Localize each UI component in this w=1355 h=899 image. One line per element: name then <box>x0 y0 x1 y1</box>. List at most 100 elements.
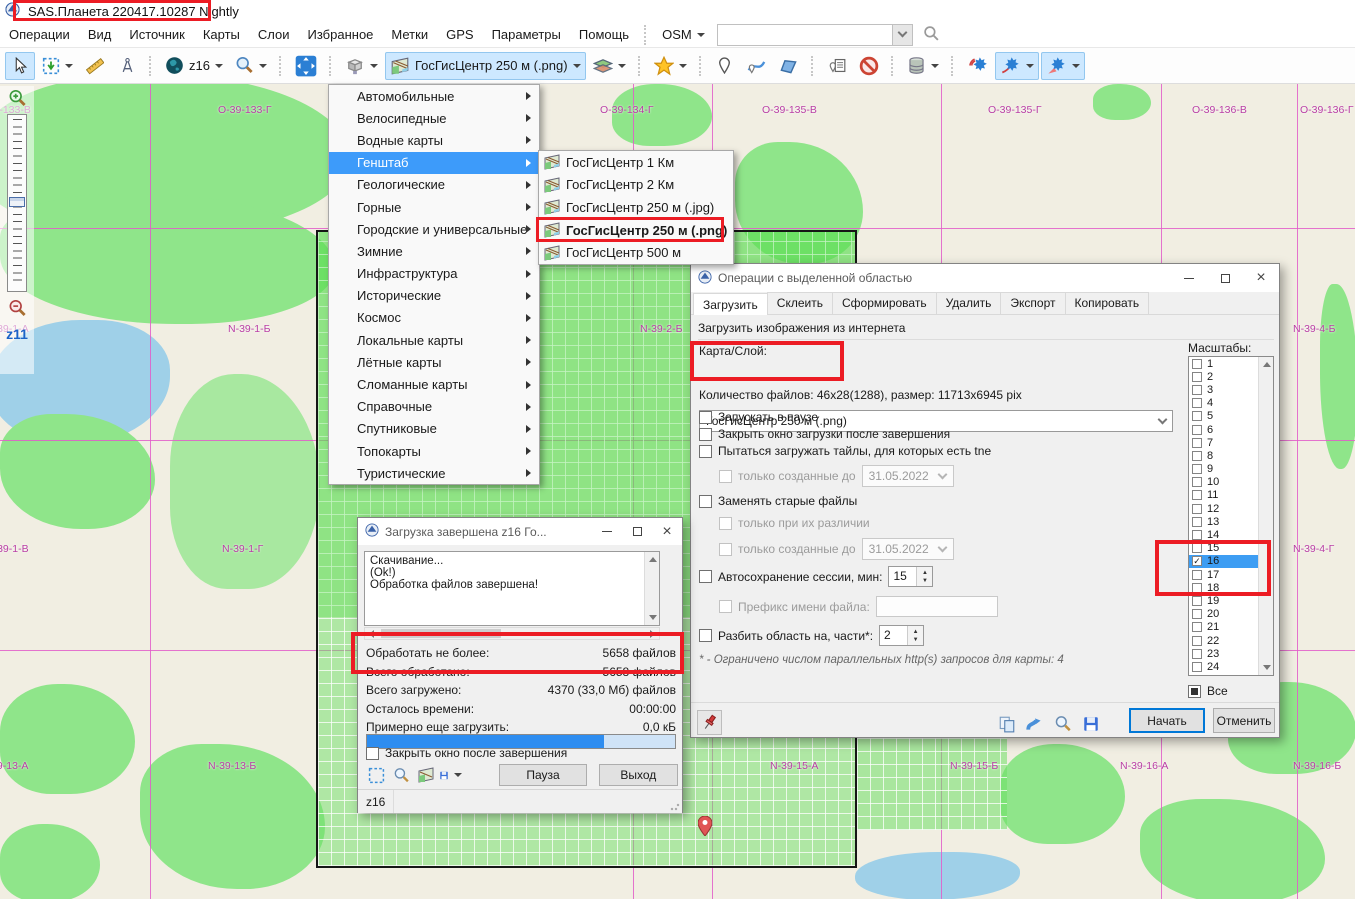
scale-row[interactable]: 5 <box>1189 410 1258 423</box>
placemark-list-button[interactable] <box>822 52 852 80</box>
scales-listbox[interactable]: 1 2 3 4 5 6 7 8 <box>1188 356 1274 676</box>
scale-row[interactable]: 22 <box>1189 634 1258 647</box>
maps-menu-item[interactable]: Космос <box>329 307 539 329</box>
minimize-button[interactable] <box>592 518 622 545</box>
close-button[interactable] <box>652 518 682 545</box>
download-log[interactable]: Скачивание...(Ok!)Обработка файлов завер… <box>364 551 660 626</box>
copy-selection-icon[interactable] <box>994 711 1019 736</box>
dialog-title-bar[interactable]: Загрузка завершена z16 Го... <box>358 518 682 545</box>
maps-menu-item[interactable]: Автомобильные <box>329 85 539 107</box>
scale-checkbox[interactable] <box>1192 649 1202 659</box>
dialog-tab[interactable]: Сформировать <box>832 292 937 314</box>
scroll-up-icon[interactable] <box>645 552 660 567</box>
menu-item[interactable]: GPS <box>437 23 482 46</box>
search-input[interactable] <box>717 24 913 46</box>
pause-button[interactable]: Пауза <box>499 764 586 786</box>
save-selection-icon[interactable] <box>1078 711 1103 736</box>
distance-tool-button[interactable] <box>112 52 142 80</box>
scale-checkbox[interactable] <box>1192 477 1202 487</box>
ruler-tool-button[interactable] <box>80 52 110 80</box>
map-source-button[interactable]: ГосГисЦентр 250 м (.png) <box>385 52 586 80</box>
scale-checkbox[interactable] <box>1192 425 1202 435</box>
map-sheet-icon[interactable] <box>414 763 439 788</box>
dialog-tab[interactable]: Удалить <box>936 292 1002 314</box>
scale-row[interactable]: 20 <box>1189 608 1258 621</box>
scale-checkbox[interactable] <box>1192 504 1202 514</box>
scale-row[interactable]: 23 <box>1189 647 1258 660</box>
resize-grip[interactable] <box>670 801 680 811</box>
zoom-selection-icon[interactable] <box>1050 711 1075 736</box>
scale-checkbox[interactable] <box>1192 543 1202 553</box>
selection-tool-button[interactable] <box>37 52 78 80</box>
dialog-tab[interactable]: Экспорт <box>1000 292 1065 314</box>
checkbox-close-after[interactable]: Закрыть окно загрузки после завершения <box>699 427 950 441</box>
menu-item[interactable]: Операции <box>0 23 79 46</box>
scale-row[interactable]: 11 <box>1189 489 1258 502</box>
scale-row[interactable]: 15 <box>1189 542 1258 555</box>
cache-mode-button[interactable] <box>340 52 383 80</box>
scale-checkbox[interactable]: ✓ <box>1192 556 1202 566</box>
scale-checkbox[interactable] <box>1192 464 1202 474</box>
cancel-button[interactable]: Отменить <box>1213 708 1275 733</box>
exit-button[interactable]: Выход <box>599 764 678 786</box>
minimize-button[interactable] <box>1171 264 1207 292</box>
submenu-item[interactable]: ГосГисЦентр 1 Км <box>539 151 733 174</box>
menu-item[interactable]: Источник <box>120 23 194 46</box>
scrollbar-thumb[interactable] <box>381 629 501 638</box>
maps-menu-item[interactable]: Геологические <box>329 174 539 196</box>
dialog-tab[interactable]: Загрузить <box>693 293 768 315</box>
zoom-in-button[interactable] <box>5 86 29 110</box>
menu-item[interactable]: Карты <box>194 23 249 46</box>
scale-checkbox[interactable] <box>1192 622 1202 632</box>
scale-checkbox[interactable] <box>1192 398 1202 408</box>
maps-menu-item[interactable]: Исторические <box>329 285 539 307</box>
scale-row[interactable]: 10 <box>1189 476 1258 489</box>
pin-dialog-button[interactable] <box>697 710 722 735</box>
favorites-button[interactable] <box>649 52 692 80</box>
maps-menu-item[interactable]: Генштаб <box>329 152 539 174</box>
scale-checkbox[interactable] <box>1192 411 1202 421</box>
maps-menu-item[interactable]: Локальные карты <box>329 329 539 351</box>
scroll-up-icon[interactable] <box>1259 357 1274 372</box>
scale-checkbox[interactable] <box>1192 570 1202 580</box>
scale-checkbox[interactable] <box>1192 451 1202 461</box>
link-selection-icon[interactable] <box>1022 711 1047 736</box>
maps-menu-item[interactable]: Справочные <box>329 396 539 418</box>
scale-row[interactable]: 2 <box>1189 370 1258 383</box>
zoom-slider-handle[interactable] <box>9 197 25 207</box>
scale-row[interactable]: 18 <box>1189 581 1258 594</box>
scale-checkbox[interactable] <box>1192 583 1202 593</box>
submenu-item[interactable]: ГосГисЦентр 250 м (.png) <box>539 219 733 242</box>
scale-row[interactable]: 21 <box>1189 621 1258 634</box>
maps-menu-item[interactable]: Горные <box>329 196 539 218</box>
maps-menu-item[interactable]: Велосипедные <box>329 107 539 129</box>
search-icon[interactable] <box>923 25 940 45</box>
scale-row[interactable]: 9 <box>1189 463 1258 476</box>
submenu-item[interactable]: ГосГисЦентр 2 Км <box>539 174 733 197</box>
scale-row[interactable]: 1 <box>1189 357 1258 370</box>
gps-center-button[interactable] <box>1041 52 1085 80</box>
maps-menu-item[interactable]: Туристические <box>329 462 539 484</box>
submenu-item[interactable]: ГосГисЦентр 250 м (.jpg) <box>539 196 733 219</box>
scale-checkbox[interactable] <box>1192 662 1202 672</box>
maps-menu-item[interactable]: Инфраструктура <box>329 263 539 285</box>
maps-menu-item[interactable]: Топокарты <box>329 440 539 462</box>
selection-icon[interactable] <box>364 763 389 788</box>
scale-checkbox[interactable] <box>1192 438 1202 448</box>
zoom-out-button[interactable] <box>5 296 29 320</box>
fullscreen-button[interactable] <box>290 52 322 80</box>
start-button[interactable]: Начать <box>1129 708 1205 733</box>
dialog-tab[interactable]: Склеить <box>767 292 833 314</box>
gps-connect-button[interactable] <box>962 52 993 80</box>
menu-item[interactable]: Помощь <box>570 23 638 46</box>
maps-menu-item[interactable]: Зимние <box>329 240 539 262</box>
submenu-item[interactable]: ГосГисЦентр 500 м <box>539 241 733 264</box>
scroll-down-icon[interactable] <box>645 610 660 625</box>
maps-menu-item[interactable]: Спутниковые <box>329 418 539 440</box>
placemark-tool-button[interactable] <box>710 52 740 80</box>
scroll-down-icon[interactable] <box>1259 660 1274 675</box>
layers-button[interactable] <box>588 52 631 80</box>
scale-row[interactable]: 4 <box>1189 397 1258 410</box>
scale-row[interactable]: ✓ 16 <box>1189 555 1258 568</box>
scale-row[interactable]: 14 <box>1189 528 1258 541</box>
